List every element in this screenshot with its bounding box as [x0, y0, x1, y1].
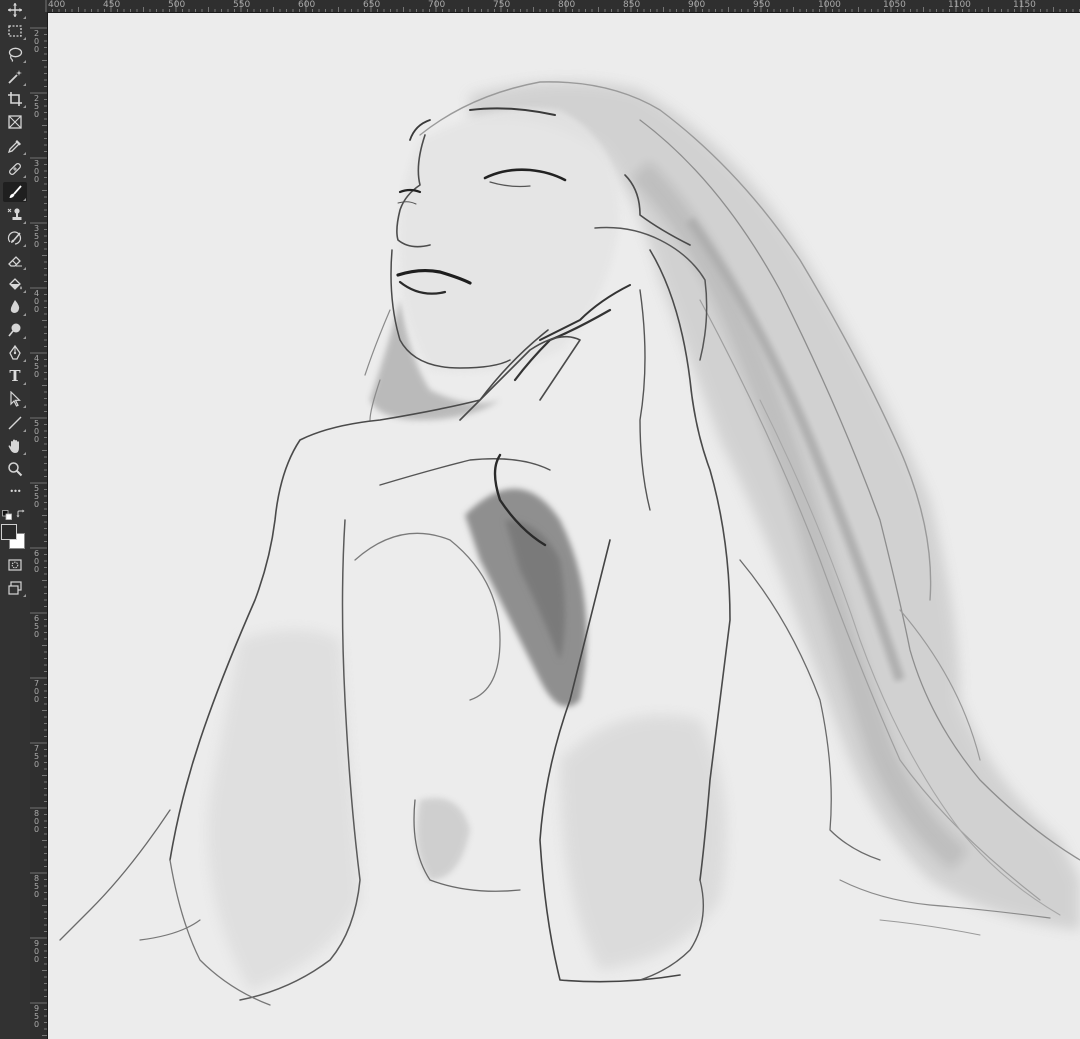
ruler-label: 1150: [1013, 0, 1036, 10]
foreground-color-swatch[interactable]: [1, 524, 17, 540]
ruler-label: 400: [48, 0, 66, 10]
color-swatches: [0, 506, 30, 552]
ruler-label: 450: [103, 0, 121, 10]
quick-mask-button[interactable]: [3, 555, 27, 575]
ruler-label: 850: [34, 874, 40, 899]
ruler-label: 600: [34, 549, 40, 574]
bucket-icon: [9, 278, 22, 290]
paint-bucket-tool[interactable]: [3, 274, 27, 294]
document-canvas[interactable]: [48, 13, 1080, 1039]
ruler-label: 800: [558, 0, 576, 10]
move-tool[interactable]: [3, 0, 27, 20]
eyedropper-icon: [7, 140, 21, 154]
ruler-label: 500: [168, 0, 186, 10]
blur-tool[interactable]: [3, 297, 27, 317]
photoshop-window: T ••• 400 450 500 550 600 650 700 750 80…: [0, 0, 1080, 1039]
brush-icon: [9, 185, 22, 198]
default-colors-icon[interactable]: [2, 510, 12, 520]
type-icon: T: [9, 367, 21, 385]
ruler-label: 600: [298, 0, 316, 10]
rect-marquee-icon: [8, 25, 22, 37]
brush-tool[interactable]: [3, 182, 27, 202]
marquee-tool[interactable]: [3, 21, 27, 41]
lasso-icon: [8, 47, 23, 62]
frame-icon: [8, 115, 22, 129]
ruler-label: 750: [493, 0, 511, 10]
lasso-tool[interactable]: [3, 44, 27, 64]
zoom-tool[interactable]: [3, 459, 27, 479]
ruler-label: 850: [623, 0, 641, 10]
eyedropper-tool[interactable]: [3, 136, 27, 156]
pen-icon: [9, 345, 21, 360]
ruler-label: 1000: [818, 0, 841, 10]
horizontal-ruler[interactable]: 400 450 500 550 600 650 700 750 800 850 …: [30, 0, 1080, 13]
vertical-ruler[interactable]: 200 250 300 350 400 450 500 550 600 650 …: [30, 12, 48, 1039]
move-icon: [8, 3, 22, 17]
crop-icon: [8, 92, 22, 106]
clone-stamp-tool[interactable]: [3, 205, 27, 225]
history-brush-tool[interactable]: [3, 228, 27, 248]
horizontal-ruler-ticks: [45, 0, 1080, 12]
ruler-label: 650: [363, 0, 381, 10]
quick-mask-icon: [8, 559, 22, 571]
blur-icon: [10, 300, 20, 313]
type-tool[interactable]: T: [3, 366, 27, 386]
tools-panel: T •••: [0, 0, 31, 1039]
ruler-label: 550: [34, 484, 40, 509]
ruler-label: 450: [34, 354, 40, 379]
crop-tool[interactable]: [3, 89, 27, 109]
ruler-label: 750: [34, 744, 40, 769]
zoom-icon: [8, 462, 23, 477]
more-tools[interactable]: •••: [3, 482, 27, 502]
ruler-label: 300: [34, 159, 40, 184]
ruler-label: 700: [34, 679, 40, 704]
healing-brush-tool[interactable]: [3, 159, 27, 179]
ruler-label: 550: [233, 0, 251, 10]
ruler-label: 1100: [948, 0, 971, 10]
ruler-label: 900: [34, 939, 40, 964]
screen-mode-button[interactable]: [3, 578, 27, 598]
history-brush-icon: [7, 231, 22, 245]
ruler-label: 700: [428, 0, 446, 10]
ruler-label: 900: [688, 0, 706, 10]
bandage-icon: [9, 163, 21, 175]
ruler-label: 800: [34, 809, 40, 834]
arrow-icon: [10, 391, 21, 407]
ruler-label: 350: [34, 224, 40, 249]
line-tool[interactable]: [3, 413, 27, 433]
dodge-tool[interactable]: [3, 320, 27, 340]
ruler-label: 650: [34, 614, 40, 639]
dodge-icon: [8, 323, 21, 337]
ruler-label: 400: [34, 289, 40, 314]
ruler-label: 950: [753, 0, 771, 10]
screen-mode-icon: [8, 581, 22, 595]
line-icon: [8, 416, 22, 430]
eraser-tool[interactable]: [3, 251, 27, 271]
pen-tool[interactable]: [3, 343, 27, 363]
ruler-label: 950: [34, 1004, 40, 1029]
stamp-icon: [7, 208, 22, 220]
eraser-icon: [8, 256, 22, 267]
frame-tool[interactable]: [3, 112, 27, 132]
magic-wand-tool[interactable]: [3, 67, 27, 87]
hand-tool[interactable]: [3, 436, 27, 456]
path-selection-tool[interactable]: [3, 389, 27, 409]
ruler-label: 1050: [883, 0, 906, 10]
ruler-label: 250: [34, 94, 40, 119]
torso-shadow: [465, 488, 587, 707]
ruler-label: 200: [34, 29, 40, 54]
ellipsis-icon: •••: [9, 487, 21, 496]
magic-wand-icon: [8, 70, 22, 84]
ruler-label: 500: [34, 419, 40, 444]
swap-colors-icon[interactable]: [16, 509, 26, 519]
hand-icon: [8, 439, 19, 453]
sketch-artwork: [59, 81, 1080, 1006]
